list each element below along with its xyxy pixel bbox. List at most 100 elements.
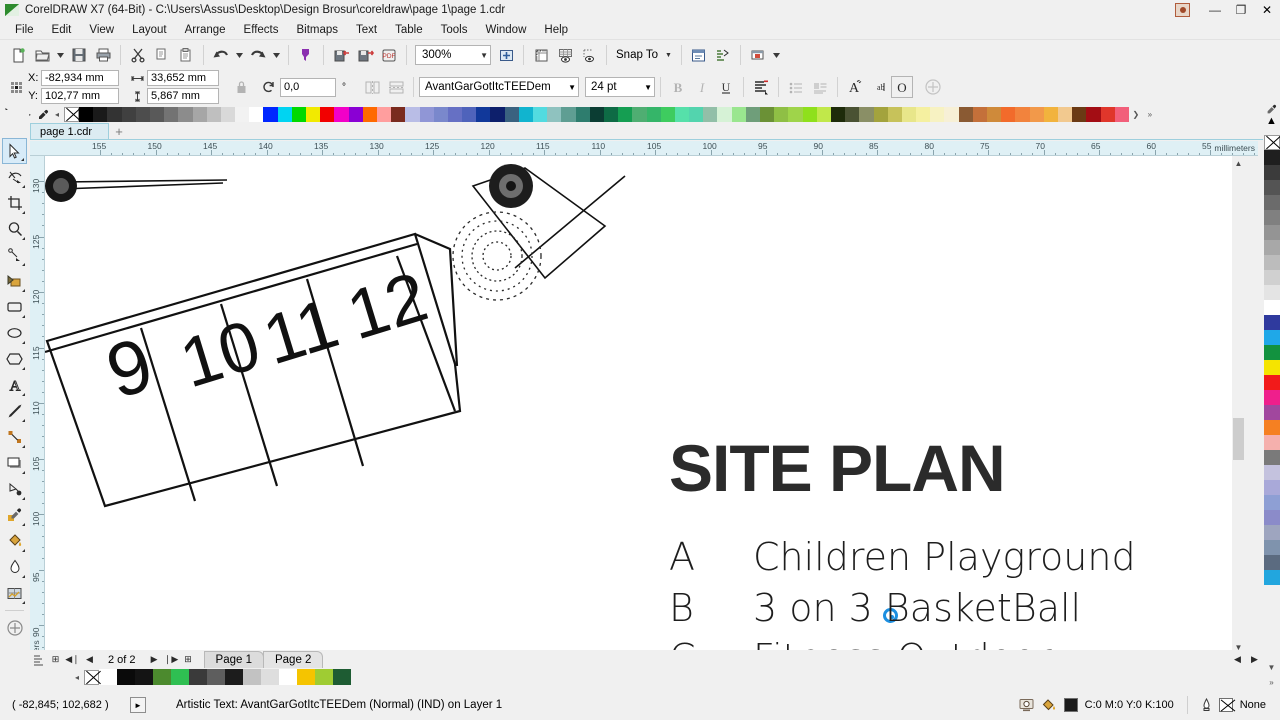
color-swatch[interactable] xyxy=(788,107,803,122)
options-button[interactable] xyxy=(687,43,711,67)
text-direction-button[interactable]: ab xyxy=(867,75,891,99)
color-swatch[interactable] xyxy=(178,107,193,122)
bold-button[interactable]: B xyxy=(666,75,690,99)
edit-text-button[interactable]: A xyxy=(843,75,867,99)
color-swatch[interactable] xyxy=(1263,285,1280,300)
interactive-outline-button[interactable]: O xyxy=(891,76,913,98)
color-swatch[interactable] xyxy=(164,107,179,122)
color-swatch[interactable] xyxy=(816,107,831,122)
color-swatch[interactable] xyxy=(1029,107,1044,122)
snap-to-button[interactable]: Snap To ▼ xyxy=(612,44,676,66)
color-swatch[interactable] xyxy=(263,107,278,122)
text-tool[interactable]: A xyxy=(2,372,27,398)
object-origin-selector[interactable] xyxy=(4,75,28,99)
color-swatch[interactable] xyxy=(490,107,505,122)
font-family-select[interactable]: AvantGarGotItcTEEDem ▼ xyxy=(419,77,579,97)
color-swatch[interactable] xyxy=(1263,510,1280,525)
straight-line-connector-tool[interactable] xyxy=(2,424,27,450)
color-swatch[interactable] xyxy=(149,107,165,122)
color-swatch[interactable] xyxy=(561,107,576,122)
document-color-swatch[interactable] xyxy=(99,669,117,685)
page-tab-2[interactable]: Page 2 xyxy=(262,651,324,668)
new-document-button[interactable] xyxy=(6,43,30,67)
search-content-button[interactable] xyxy=(294,43,318,67)
zoom-tool[interactable] xyxy=(2,216,27,242)
import-button[interactable] xyxy=(329,43,353,67)
color-swatch[interactable] xyxy=(589,107,604,122)
color-swatch[interactable] xyxy=(660,107,675,122)
vertical-scrollbar[interactable]: ▲ ▼ xyxy=(1232,156,1245,654)
new-document-tab-button[interactable]: + xyxy=(109,123,129,139)
color-swatch[interactable] xyxy=(887,107,902,122)
menu-item-tools[interactable]: Tools xyxy=(432,22,477,38)
color-swatch[interactable] xyxy=(447,107,463,122)
right-palette-scroll-up-icon[interactable]: ▲ xyxy=(1266,115,1277,127)
next-page-button[interactable]: ▶ xyxy=(146,651,163,668)
color-swatch[interactable] xyxy=(774,107,789,122)
menu-item-bitmaps[interactable]: Bitmaps xyxy=(287,22,347,38)
cut-button[interactable] xyxy=(126,43,150,67)
undo-dropdown-button[interactable] xyxy=(233,43,246,67)
document-color-swatch[interactable] xyxy=(153,669,171,685)
color-swatch[interactable] xyxy=(1114,107,1129,122)
application-launcher-button[interactable] xyxy=(746,43,770,67)
print-button[interactable] xyxy=(91,43,115,67)
document-color-swatch[interactable] xyxy=(279,669,297,685)
object-manager-button[interactable] xyxy=(711,43,735,67)
rotation-input[interactable]: 0,0 xyxy=(280,77,336,97)
color-swatch[interactable] xyxy=(518,107,533,122)
color-swatch[interactable] xyxy=(603,107,619,122)
color-swatch[interactable] xyxy=(1263,150,1280,165)
color-swatch[interactable] xyxy=(547,107,562,122)
color-swatch[interactable] xyxy=(1086,107,1101,122)
add-page-after-button[interactable]: ⊞ xyxy=(180,651,197,668)
docpalette-prev-icon[interactable]: ◂ xyxy=(70,669,84,685)
color-swatch[interactable] xyxy=(1263,345,1280,360)
document-color-swatch[interactable] xyxy=(243,669,261,685)
color-swatch[interactable] xyxy=(405,107,420,122)
document-color-swatch[interactable] xyxy=(297,669,315,685)
minimize-button[interactable]: — xyxy=(1202,0,1228,20)
drop-cap-button[interactable] xyxy=(808,75,832,99)
fill-color-swatch[interactable] xyxy=(1063,698,1078,712)
text-alignment-button[interactable] xyxy=(749,75,773,99)
vertical-scrollbar-thumb[interactable] xyxy=(1233,418,1244,460)
polygon-tool[interactable] xyxy=(2,346,27,372)
document-color-swatch[interactable] xyxy=(261,669,279,685)
color-swatch[interactable] xyxy=(632,107,647,122)
document-color-swatch[interactable] xyxy=(315,669,333,685)
shape-tool[interactable] xyxy=(2,164,27,190)
color-swatch[interactable] xyxy=(575,107,590,122)
document-tab[interactable]: page 1.cdr xyxy=(30,123,109,139)
y-position-input[interactable]: 102,77 mm xyxy=(41,88,119,104)
color-swatch[interactable] xyxy=(277,107,292,122)
color-swatch[interactable] xyxy=(1263,315,1280,330)
first-page-button[interactable]: ◀❘ xyxy=(64,651,81,668)
document-color-swatch[interactable] xyxy=(135,669,153,685)
document-color-swatch[interactable] xyxy=(225,669,243,685)
smart-fill-tool[interactable] xyxy=(2,268,27,294)
color-swatch[interactable] xyxy=(533,107,548,122)
color-swatch[interactable] xyxy=(462,107,477,122)
color-swatch[interactable] xyxy=(206,107,221,122)
redo-dropdown-button[interactable] xyxy=(270,43,283,67)
crop-tool[interactable] xyxy=(2,190,27,216)
mesh-fill-tool[interactable] xyxy=(2,580,27,606)
color-swatch[interactable] xyxy=(1263,570,1280,585)
parallel-dimension-tool[interactable] xyxy=(2,398,27,424)
color-swatch[interactable] xyxy=(745,107,760,122)
color-swatch[interactable] xyxy=(760,107,775,122)
color-swatch[interactable] xyxy=(135,107,150,122)
color-proof-icon[interactable] xyxy=(1019,698,1034,712)
color-swatch[interactable] xyxy=(433,107,448,122)
color-swatch[interactable] xyxy=(1263,525,1280,540)
color-swatch[interactable] xyxy=(1263,255,1280,270)
color-swatch[interactable] xyxy=(987,107,1002,122)
color-swatch[interactable] xyxy=(235,107,250,122)
redo-button[interactable] xyxy=(246,43,270,67)
color-swatch[interactable] xyxy=(93,107,108,122)
color-swatch[interactable] xyxy=(646,107,661,122)
site-plan-title[interactable]: SITE PLAN xyxy=(669,430,1006,506)
color-swatch[interactable] xyxy=(958,107,973,122)
color-swatch[interactable] xyxy=(220,107,236,122)
